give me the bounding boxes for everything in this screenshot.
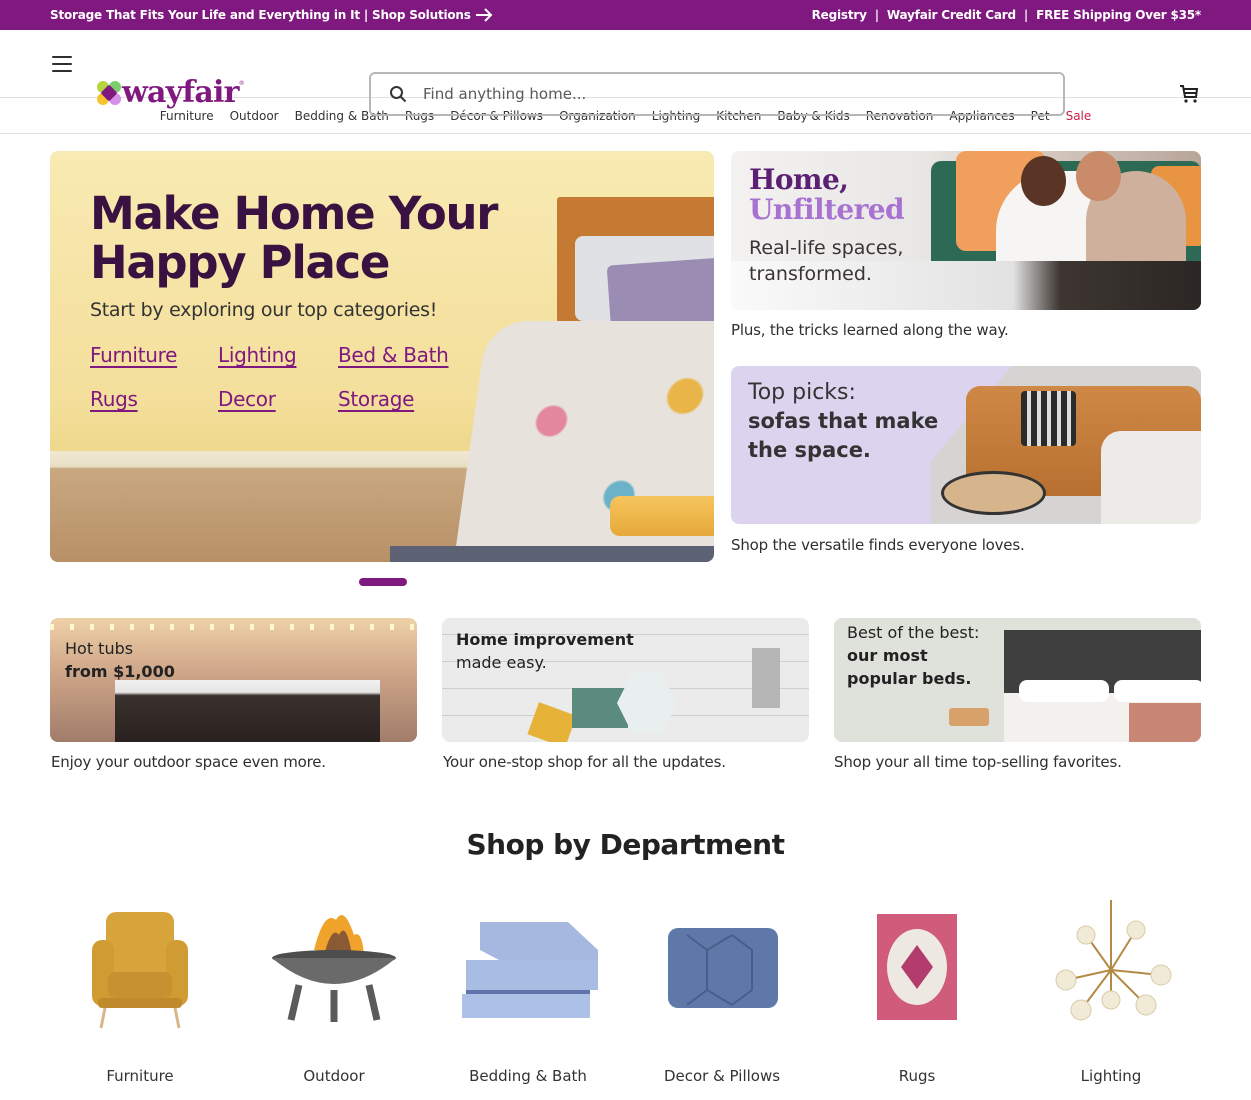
separator: | xyxy=(874,8,879,22)
card-image-head xyxy=(1021,156,1066,206)
card-image-table xyxy=(941,471,1046,515)
promo-link[interactable]: Storage That Fits Your Life and Everythi… xyxy=(50,8,493,22)
dept-label: Bedding & Bath xyxy=(469,1067,587,1085)
separator: | xyxy=(1023,8,1029,22)
dept-furniture[interactable]: Furniture xyxy=(50,900,230,1090)
armchair-image xyxy=(92,912,188,1029)
card-image-throw xyxy=(1101,431,1201,524)
card-image-pillow xyxy=(1114,680,1201,702)
card-text: Home improvement made easy. xyxy=(456,628,634,674)
fire-pit-image xyxy=(272,915,396,1022)
card-image-hot-tub xyxy=(115,680,380,742)
promo-links: Registry | Wayfair Credit Card | FREE Sh… xyxy=(812,8,1202,22)
hero-title: Make Home Your Happy Place xyxy=(90,187,498,289)
hero-rug-image xyxy=(390,546,714,562)
logo-mark-icon xyxy=(97,81,121,105)
card-title-accent: Unfiltered xyxy=(749,193,905,226)
cart-icon[interactable] xyxy=(1178,83,1200,105)
card-image-head xyxy=(1076,151,1121,201)
site-header: wayfair ® xyxy=(0,30,1251,116)
sheets-image xyxy=(462,922,598,1018)
home-unfiltered-card[interactable]: Home, Unfiltered Real-life spaces, trans… xyxy=(731,151,1201,310)
card-title-bold: our most popular beds. xyxy=(847,646,972,688)
card-title: Best of the best: xyxy=(847,623,980,642)
card-title: Top picks: xyxy=(748,380,856,405)
card-title-bold: from $1,000 xyxy=(65,662,175,681)
hero-subtitle: Start by exploring our top categories! xyxy=(90,299,438,321)
menu-icon[interactable] xyxy=(52,56,72,72)
card-image-lights xyxy=(50,624,417,630)
search-icon[interactable] xyxy=(389,85,407,103)
dept-decor-pillows[interactable]: Decor & Pillows xyxy=(632,900,812,1090)
registry-link[interactable]: Registry xyxy=(812,8,867,22)
hero-link-rugs[interactable]: Rugs xyxy=(90,387,218,411)
dept-label: Decor & Pillows xyxy=(663,1067,781,1085)
card-title: Hot tubs xyxy=(65,639,134,658)
dept-outdoor[interactable]: Outdoor xyxy=(244,900,424,1090)
card-text: Hot tubs from $1,000 xyxy=(65,637,175,683)
pillow-image xyxy=(668,928,778,1008)
hero-link-furniture[interactable]: Furniture xyxy=(90,343,218,367)
hero-link-storage[interactable]: Storage xyxy=(338,387,478,411)
dept-bedding-bath[interactable]: Bedding & Bath xyxy=(438,900,618,1090)
hero-link-bed-bath[interactable]: Bed & Bath xyxy=(338,343,478,367)
chandelier-image xyxy=(1055,900,1172,1021)
search-input[interactable] xyxy=(423,85,1023,103)
popular-beds-card[interactable]: Best of the best: our most popular beds. xyxy=(834,618,1201,742)
nav-outdoor[interactable]: Outdoor xyxy=(222,109,287,123)
promo-bar: Storage That Fits Your Life and Everythi… xyxy=(0,0,1251,30)
card-text: Best of the best: our most popular beds. xyxy=(847,621,997,690)
card-title-bold: sofas that make the space. xyxy=(748,409,939,462)
card-caption: Your one-stop shop for all the updates. xyxy=(443,753,726,771)
search-bar[interactable] xyxy=(369,72,1065,116)
dept-rugs[interactable]: Rugs xyxy=(827,900,1007,1090)
card-image-pillow xyxy=(1019,680,1109,702)
card-image-cushion xyxy=(1021,391,1076,446)
card-image-radio xyxy=(949,708,989,726)
hero-link-decor[interactable]: Decor xyxy=(218,387,338,411)
card-image-lamp xyxy=(752,648,780,708)
logo-trademark: ® xyxy=(238,80,245,87)
section-title: Shop by Department xyxy=(466,828,785,861)
card-title: Home, xyxy=(749,163,849,196)
hot-tubs-card[interactable]: Hot tubs from $1,000 xyxy=(50,618,417,742)
dept-label: Outdoor xyxy=(303,1067,365,1085)
hero-bench-image xyxy=(610,496,714,536)
dept-label: Rugs xyxy=(898,1067,936,1085)
logo-text: wayfair xyxy=(122,75,239,110)
card-image-tile xyxy=(527,702,577,742)
card-caption: Enjoy your outdoor space even more. xyxy=(51,753,326,771)
credit-card-link[interactable]: Wayfair Credit Card xyxy=(887,8,1016,22)
card-title: made easy. xyxy=(456,653,547,672)
card-subtitle: Real-life spaces, transformed. xyxy=(749,237,904,285)
home-improvement-card[interactable]: Home improvement made easy. xyxy=(442,618,809,742)
hero-banner[interactable]: Make Home Your Happy Place Start by expl… xyxy=(50,151,714,562)
hero-link-lighting[interactable]: Lighting xyxy=(218,343,338,367)
free-shipping-link[interactable]: FREE Shipping Over $35* xyxy=(1036,8,1201,22)
card-caption: Plus, the tricks learned along the way. xyxy=(731,321,1009,339)
nav-furniture[interactable]: Furniture xyxy=(152,109,222,123)
rug-image xyxy=(877,914,957,1020)
card-caption: Shop the versatile finds everyone loves. xyxy=(731,536,1025,554)
dept-lighting[interactable]: Lighting xyxy=(1021,900,1201,1090)
arrow-right-icon xyxy=(475,8,493,22)
dept-label: Lighting xyxy=(1080,1067,1142,1085)
card-caption: Shop your all time top-selling favorites… xyxy=(834,753,1122,771)
card-image-throw xyxy=(1129,703,1201,742)
dept-label: Furniture xyxy=(106,1067,174,1085)
carousel-indicator[interactable] xyxy=(359,578,407,586)
wayfair-logo[interactable]: wayfair ® xyxy=(97,78,245,108)
card-title-bold: Home improvement xyxy=(456,630,634,649)
promo-text: Storage That Fits Your Life and Everythi… xyxy=(50,8,471,22)
top-picks-sofas-card[interactable]: Top picks: sofas that make the space. xyxy=(731,366,1201,524)
hero-category-links: Furniture Lighting Bed & Bath Rugs Decor… xyxy=(90,343,478,411)
